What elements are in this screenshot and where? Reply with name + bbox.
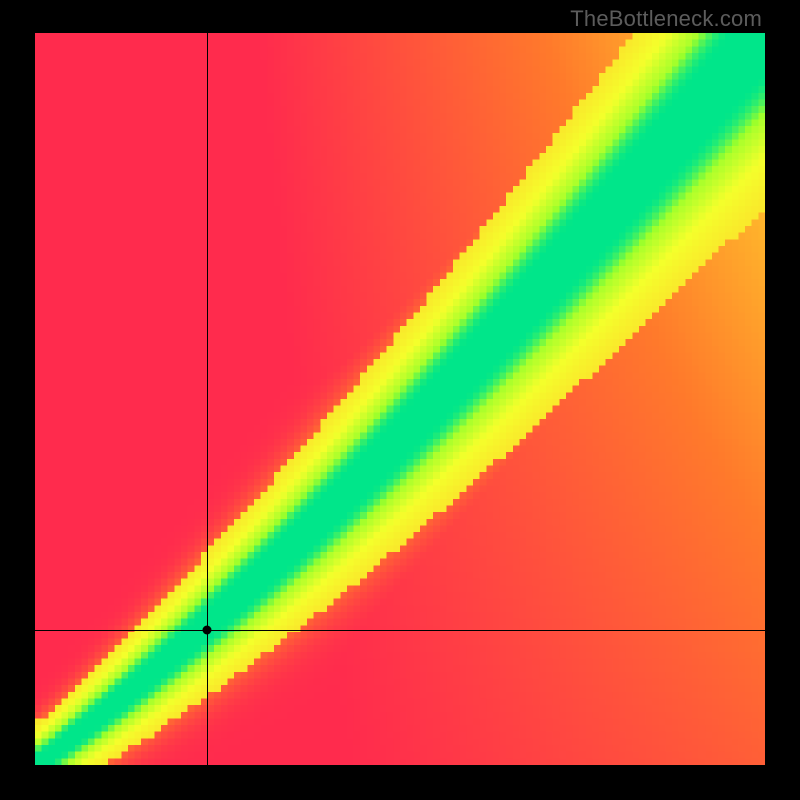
crosshair-horizontal xyxy=(35,630,765,631)
heatmap-plot-area xyxy=(35,33,765,765)
crosshair-vertical xyxy=(207,33,208,765)
heatmap-canvas xyxy=(35,33,765,765)
watermark-text: TheBottleneck.com xyxy=(570,6,762,32)
data-point-marker xyxy=(203,625,212,634)
